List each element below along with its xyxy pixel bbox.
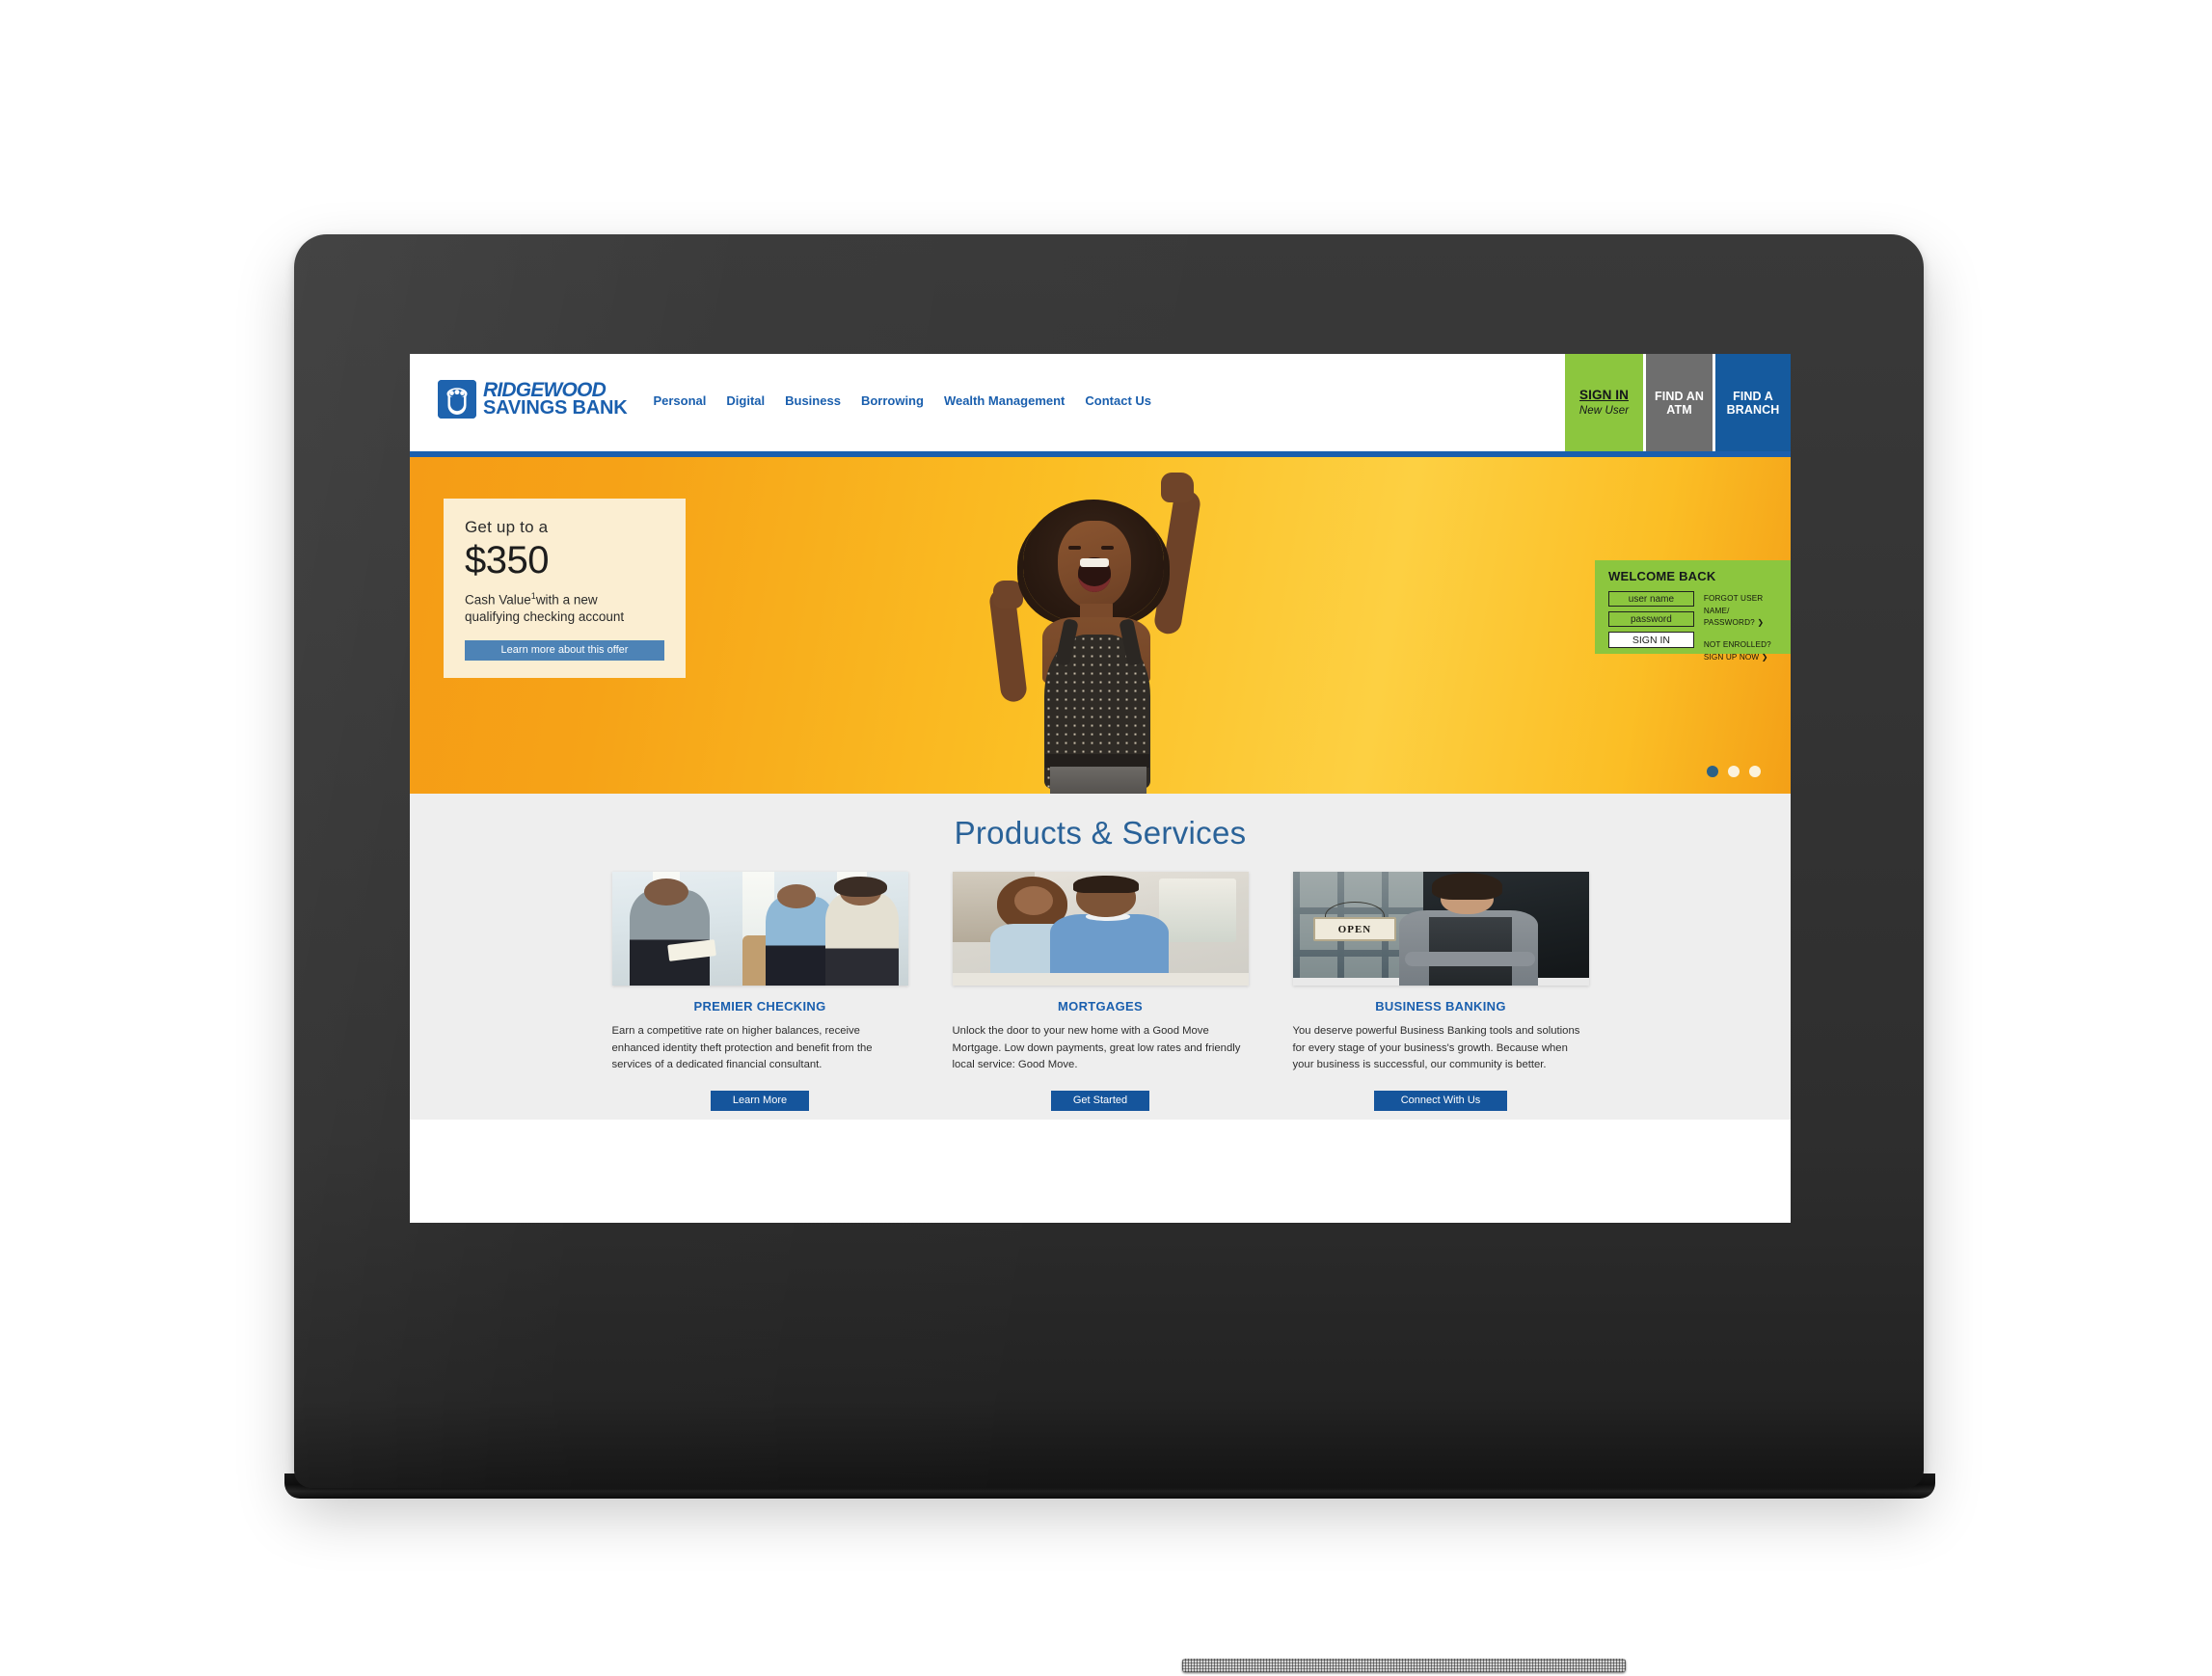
premier-checking-image: [611, 872, 908, 986]
nav-item-digital[interactable]: Digital: [726, 393, 765, 408]
login-submit-button[interactable]: SIGN IN: [1608, 632, 1694, 648]
header-action-buttons: SIGN IN New User FIND AN ATM FIND A BRAN…: [1565, 354, 1791, 451]
carousel-pagination: [1707, 766, 1761, 777]
new-user-label: New User: [1578, 405, 1630, 418]
carousel-dot-3[interactable]: [1749, 766, 1761, 777]
background-window: [1159, 879, 1237, 943]
forgot-credentials-link[interactable]: FORGOT USER NAME/ PASSWORD? ❯: [1704, 593, 1779, 630]
man-hair: [1073, 875, 1139, 894]
speaker-grille: [1182, 1659, 1626, 1672]
couple-illustration: [952, 872, 1249, 986]
login-help-links: FORGOT USER NAME/ PASSWORD? ❯ NOT ENROLL…: [1704, 591, 1779, 674]
nav-item-borrowing[interactable]: Borrowing: [861, 393, 924, 408]
find-branch-line-2: BRANCH: [1726, 402, 1780, 417]
sign-in-button[interactable]: SIGN IN New User: [1565, 354, 1643, 451]
premier-checking-body: Earn a competitive rate on higher balanc…: [611, 1025, 873, 1070]
main-navigation: Personal Digital Business Borrowing Weal…: [653, 393, 1151, 408]
premier-checking-title: PREMIER CHECKING: [693, 999, 826, 1014]
hero-model-image: [950, 465, 1239, 794]
page-title: Products & Services: [954, 815, 1247, 851]
site-header: RIDGEWOOD SAVINGS BANK Personal Digital …: [410, 354, 1791, 451]
find-atm-line-1: FIND AN: [1655, 389, 1704, 403]
client-man-head: [777, 883, 817, 908]
acorn-shield-icon: [438, 380, 476, 419]
business-banking-connect-button[interactable]: Connect With Us: [1374, 1090, 1507, 1111]
hero-promo-card: Get up to a $350 Cash Value1with a new q…: [444, 499, 686, 678]
business-banking-title: BUSINESS BANKING: [1375, 999, 1506, 1014]
username-input[interactable]: user name: [1608, 591, 1694, 607]
woman-face: [1013, 886, 1053, 915]
open-sign-text: OPEN: [1337, 923, 1372, 935]
sign-in-label: SIGN IN: [1579, 388, 1629, 402]
open-sign-icon: OPEN: [1312, 917, 1396, 941]
client-woman-body: [824, 893, 900, 986]
mortgages-image: [952, 872, 1249, 986]
find-a-branch-button[interactable]: FIND A BRANCH: [1715, 354, 1791, 451]
forgot-line-1[interactable]: FORGOT USER NAME/: [1704, 593, 1779, 617]
shop-owner-illustration: OPEN: [1292, 872, 1589, 986]
promo-sub-line-3: qualifying checking account: [465, 608, 625, 624]
business-banking-body: You deserve powerful Business Banking to…: [1292, 1025, 1580, 1070]
product-card-list: PREMIER CHECKING Earn a competitive rate…: [410, 872, 1791, 1111]
advisor-meeting-illustration: [611, 872, 908, 986]
promo-kicker: Get up to a: [465, 518, 549, 536]
login-panel-body: user name password SIGN IN FORGOT USER N…: [1608, 591, 1779, 674]
promo-learn-more-button[interactable]: Learn more about this offer: [465, 639, 664, 661]
kitchen-counter: [952, 973, 1249, 986]
nav-item-business[interactable]: Business: [785, 393, 841, 408]
find-an-atm-button[interactable]: FIND AN ATM: [1643, 354, 1715, 451]
enroll-line-1[interactable]: NOT ENROLLED?: [1704, 639, 1779, 652]
nav-item-personal[interactable]: Personal: [653, 393, 706, 408]
promo-sub-line-2: with a new: [535, 592, 598, 608]
premier-checking-learn-more-button[interactable]: Learn More: [711, 1090, 809, 1111]
promo-amount: $350: [465, 539, 549, 581]
brand-line-2: SAVINGS BANK: [483, 397, 628, 419]
mortgages-body: Unlock the door to your new home with a …: [952, 1025, 1241, 1070]
login-panel: WELCOME BACK user name password SIGN IN …: [1595, 560, 1791, 662]
model-left-fist: [993, 581, 1023, 608]
product-card-premier-checking: PREMIER CHECKING Earn a competitive rate…: [611, 872, 908, 1111]
model-jeans: [1050, 767, 1146, 794]
forgot-line-2[interactable]: PASSWORD? ❯: [1704, 617, 1779, 630]
enroll-link[interactable]: NOT ENROLLED? SIGN UP NOW ❯: [1704, 639, 1779, 663]
nav-item-contact-us[interactable]: Contact Us: [1085, 393, 1151, 408]
shop-owner-crossed-arms: [1405, 951, 1536, 966]
promo-subtext: Cash Value1with a new qualifying checkin…: [465, 591, 664, 625]
carousel-dot-2[interactable]: [1728, 766, 1740, 777]
promo-sub-line-1: Cash Value: [465, 592, 531, 608]
brand-logo[interactable]: RIDGEWOOD SAVINGS BANK: [438, 380, 628, 419]
model-left-eye: [1068, 546, 1081, 550]
browser-viewport: RIDGEWOOD SAVINGS BANK Personal Digital …: [410, 354, 1791, 1223]
business-banking-image: OPEN: [1292, 872, 1589, 986]
model-teeth: [1080, 558, 1109, 567]
nav-item-wealth-management[interactable]: Wealth Management: [944, 393, 1065, 408]
enroll-line-2[interactable]: SIGN UP NOW ❯: [1704, 652, 1779, 664]
client-woman-hair: [833, 876, 887, 897]
product-card-business-banking: OPEN BUSINESS BANKING You deserve powerf…: [1292, 872, 1589, 1111]
model-right-eye: [1101, 546, 1114, 550]
login-field-group: user name password SIGN IN: [1608, 591, 1694, 674]
login-panel-title: WELCOME BACK: [1608, 569, 1716, 583]
hero-carousel: Get up to a $350 Cash Value1with a new q…: [410, 457, 1791, 794]
product-card-mortgages: MORTGAGES Unlock the door to your new ho…: [952, 872, 1249, 1111]
password-input[interactable]: password: [1608, 611, 1694, 627]
brand-wordmark: RIDGEWOOD SAVINGS BANK: [483, 380, 628, 419]
shop-owner-hair: [1431, 873, 1503, 901]
model-waistband: [1045, 754, 1149, 768]
mortgages-get-started-button[interactable]: Get Started: [1051, 1090, 1149, 1111]
carousel-dot-1[interactable]: [1707, 766, 1718, 777]
find-atm-line-2: ATM: [1666, 402, 1692, 417]
mortgages-title: MORTGAGES: [1058, 999, 1143, 1014]
client-man-body: [766, 896, 834, 986]
model-right-fist: [1161, 473, 1194, 502]
products-and-services-section: Products & Services PREMIER CHECKING Ear…: [410, 794, 1791, 1120]
find-branch-line-1: FIND A: [1733, 389, 1773, 403]
